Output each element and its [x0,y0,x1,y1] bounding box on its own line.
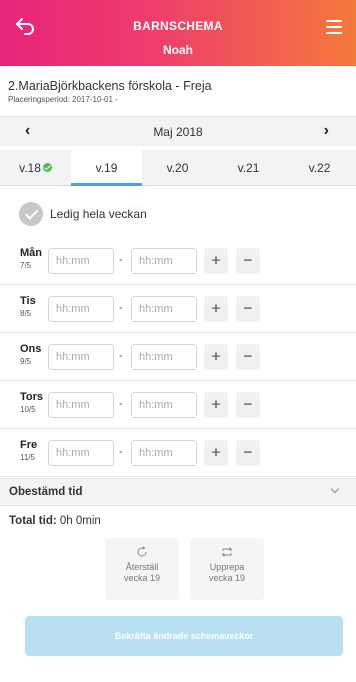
reset-line2: vecka 19 [123,573,161,583]
child-name: Noah [163,43,193,57]
week-label: v.18 [19,161,41,175]
add-time-button[interactable]: + [204,344,228,370]
reset-icon [137,546,147,557]
day-date: 7/5 [20,261,32,270]
time-separator: - [119,398,123,410]
day-row-tuesday: Tis 8/5 hh:mm - hh:mm + − [0,285,356,333]
week-tabs: v.18 v.19 v.20 v.21 v.22 [0,150,356,186]
time-separator: - [119,302,123,314]
start-time-input[interactable]: hh:mm [48,248,114,274]
placement-info: 2.MariaBjörkbackens förskola - Freja Pla… [8,79,212,104]
day-row-wednesday: Ons 9/5 hh:mm - hh:mm + − [0,333,356,381]
start-time-input[interactable]: hh:mm [48,392,114,418]
remove-time-button[interactable]: − [236,440,260,466]
placement-period: Placeringsperiod: 2017-10-01 - [8,95,118,104]
day-row-thursday: Tors 10/5 hh:mm - hh:mm + − [0,381,356,429]
repeat-icon [222,547,232,557]
free-week-label: Ledig hela veckan [50,207,147,221]
tab-week-21[interactable]: v.21 [213,150,284,186]
app-header: BARNSCHEMA Noah [0,0,356,66]
remove-time-button[interactable]: − [236,344,260,370]
repeat-line2: vecka 19 [208,573,246,583]
placement-name: 2.MariaBjörkbackens förskola - Freja [8,79,212,93]
check-circle-icon [42,163,52,173]
page-title: BARNSCHEMA [133,19,223,33]
end-time-input[interactable]: hh:mm [131,440,197,466]
day-name: Tis [20,295,36,307]
tab-week-19[interactable]: v.19 [71,150,142,186]
day-name: Tors [20,391,44,403]
undetermined-time-section[interactable]: Obestämd tid [0,478,356,506]
add-time-button[interactable]: + [204,392,228,418]
day-date: 10/5 [20,405,36,414]
tab-week-22[interactable]: v.22 [284,150,355,186]
remove-time-button[interactable]: − [236,296,260,322]
end-time-input[interactable]: hh:mm [131,392,197,418]
day-name: Ons [20,343,42,355]
day-date: 9/5 [20,357,32,366]
week-label: v.19 [95,161,118,175]
month-navigation: ‹ Maj 2018 › [0,116,356,146]
next-month-button[interactable]: › [324,122,329,140]
day-date: 11/5 [20,453,35,462]
total-label: Total tid: [9,515,57,527]
add-time-button[interactable]: + [204,440,228,466]
tab-week-20[interactable]: v.20 [142,150,213,186]
month-label: Maj 2018 [153,125,203,139]
time-separator: - [119,254,123,266]
end-time-input[interactable]: hh:mm [131,248,197,274]
start-time-input[interactable]: hh:mm [48,296,114,322]
day-date: 8/5 [20,309,32,318]
checkmark-circle-icon[interactable] [19,202,43,226]
time-separator: - [119,446,123,458]
day-row-monday: Mån 7/5 hh:mm - hh:mm + − [0,237,356,285]
add-time-button[interactable]: + [204,296,228,322]
end-time-input[interactable]: hh:mm [131,296,197,322]
day-name: Mån [20,247,42,259]
week-label: v.20 [166,161,189,175]
total-time: Total tid: 0h 0min [9,515,101,527]
repeat-week-button[interactable]: Upprepa vecka 19 [190,538,264,600]
start-time-input[interactable]: hh:mm [48,440,114,466]
add-time-button[interactable]: + [204,248,228,274]
reset-line1: Återställ [125,562,159,572]
hamburger-menu-icon[interactable] [326,20,342,34]
day-row-friday: Fre 11/5 hh:mm - hh:mm + − [0,429,356,477]
undetermined-label: Obestämd tid [9,486,83,498]
total-value: 0h 0min [59,515,101,527]
confirm-schedule-button[interactable]: Bekräfta ändrade schemaveckor [25,616,343,656]
remove-time-button[interactable]: − [236,392,260,418]
day-name: Fre [20,439,38,451]
remove-time-button[interactable]: − [236,248,260,274]
tab-week-18[interactable]: v.18 [0,150,71,186]
end-time-input[interactable]: hh:mm [131,344,197,370]
start-time-input[interactable]: hh:mm [48,344,114,370]
chevron-down-icon[interactable] [330,484,340,494]
time-separator: - [119,350,123,362]
reset-week-button[interactable]: Återställ vecka 19 [105,538,179,600]
week-label: v.21 [237,161,260,175]
repeat-line1: Upprepa [209,562,245,572]
week-label: v.22 [308,161,331,175]
